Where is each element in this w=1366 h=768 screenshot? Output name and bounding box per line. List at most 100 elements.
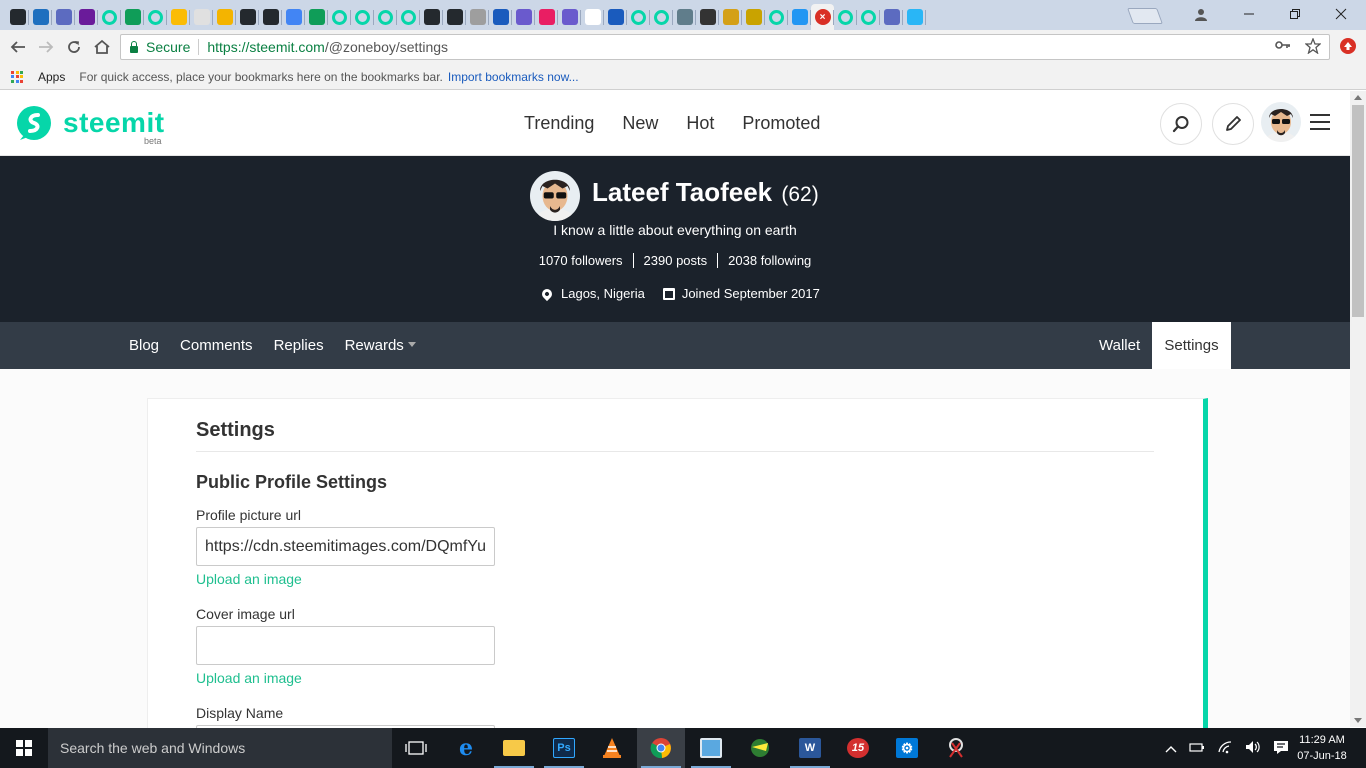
nav-new[interactable]: New [622, 113, 658, 134]
vlc-icon[interactable] [588, 728, 636, 768]
browser-tab[interactable] [489, 4, 512, 30]
apps-bookmark[interactable]: Apps [38, 70, 65, 84]
browser-tab[interactable] [305, 4, 328, 30]
browser-tab[interactable] [765, 4, 788, 30]
extension-up-arrow-icon[interactable] [1340, 38, 1356, 54]
nav-trending[interactable]: Trending [524, 113, 594, 134]
browser-tab[interactable] [167, 4, 190, 30]
volume-icon[interactable] [1245, 740, 1261, 757]
browser-tab[interactable] [351, 4, 374, 30]
browser-tab[interactable] [903, 4, 926, 30]
tab-rewards[interactable]: Rewards [345, 337, 416, 354]
tab-blog[interactable]: Blog [129, 337, 159, 354]
battery-power-icon[interactable] [1189, 741, 1205, 756]
key-icon[interactable] [1275, 38, 1291, 58]
action-center-icon[interactable] [1273, 740, 1289, 757]
photoshop-icon[interactable]: Ps [540, 728, 588, 768]
browser-tab[interactable] [121, 4, 144, 30]
search-button[interactable] [1160, 103, 1202, 145]
browser-tab[interactable] [696, 4, 719, 30]
browser-tab[interactable] [512, 4, 535, 30]
browser-tab[interactable] [558, 4, 581, 30]
browser-tab[interactable] [6, 4, 29, 30]
browser-tab[interactable] [236, 4, 259, 30]
browser-tab[interactable] [259, 4, 282, 30]
browser-tab[interactable] [443, 4, 466, 30]
browser-tab[interactable] [374, 4, 397, 30]
edge-icon[interactable]: e [442, 728, 490, 768]
profile-icon[interactable] [1178, 0, 1224, 28]
app-15-icon[interactable]: 15 [834, 728, 882, 768]
browser-tab[interactable] [581, 4, 604, 30]
forward-arrow-icon[interactable] [34, 36, 58, 58]
browser-tab-active[interactable]: × [811, 4, 834, 30]
browser-tab[interactable] [75, 4, 98, 30]
tray-chevron-up-icon[interactable] [1165, 741, 1177, 756]
page-scrollbar[interactable] [1350, 91, 1366, 727]
snipping-tool-icon[interactable] [932, 728, 980, 768]
browser-tab[interactable] [834, 4, 857, 30]
nav-promoted[interactable]: Promoted [742, 113, 820, 134]
steemit-logo-icon[interactable] [14, 103, 54, 143]
word-icon[interactable]: W [786, 728, 834, 768]
browser-tab[interactable] [213, 4, 236, 30]
browser-tab[interactable] [98, 4, 121, 30]
steemit-logo-text[interactable]: steemit [63, 107, 165, 139]
followers-count[interactable]: 1070 followers [529, 253, 634, 268]
settings-gear-icon[interactable]: ⚙ [883, 728, 931, 768]
browser-tab[interactable] [420, 4, 443, 30]
start-button[interactable] [0, 728, 48, 768]
browser-tab[interactable] [857, 4, 880, 30]
upload-cover-image-link[interactable]: Upload an image [196, 670, 302, 686]
browser-tab[interactable] [144, 4, 167, 30]
close-window-button[interactable] [1318, 0, 1364, 28]
tab-comments[interactable]: Comments [180, 337, 253, 354]
following-count[interactable]: 2038 following [718, 253, 821, 268]
user-avatar[interactable] [1261, 102, 1301, 142]
browser-tab[interactable] [535, 4, 558, 30]
nav-hot[interactable]: Hot [686, 113, 714, 134]
scrollbar-thumb[interactable] [1352, 105, 1364, 317]
browser-tab[interactable] [190, 4, 213, 30]
browser-tab[interactable] [466, 4, 489, 30]
browser-tab[interactable] [29, 4, 52, 30]
browser-tab[interactable] [742, 4, 765, 30]
browser-tab[interactable] [627, 4, 650, 30]
upload-profile-image-link[interactable]: Upload an image [196, 571, 302, 587]
chrome-icon[interactable] [637, 728, 685, 768]
reload-icon[interactable] [62, 36, 86, 58]
restore-button[interactable] [1272, 0, 1318, 28]
menu-hamburger-icon[interactable] [1310, 114, 1330, 130]
wifi-icon[interactable] [1217, 740, 1233, 757]
star-bookmark-icon[interactable] [1304, 37, 1322, 58]
tab-replies[interactable]: Replies [274, 337, 324, 354]
remote-desktop-icon[interactable] [687, 728, 735, 768]
tab-settings[interactable]: Settings [1152, 322, 1231, 369]
submit-post-button[interactable] [1212, 103, 1254, 145]
browser-tab[interactable] [673, 4, 696, 30]
apps-grid-icon[interactable] [11, 70, 23, 83]
tab-wallet[interactable]: Wallet [1099, 337, 1140, 354]
address-bar[interactable]: Secure https://steemit.com /@zoneboy/set… [120, 34, 1330, 60]
file-explorer-icon[interactable] [490, 728, 538, 768]
import-bookmarks-link[interactable]: Import bookmarks now... [448, 70, 579, 84]
task-view-icon[interactable] [392, 728, 440, 768]
new-tab-button[interactable] [1127, 8, 1163, 24]
back-arrow-icon[interactable] [6, 36, 30, 58]
taskbar-search[interactable]: Search the web and Windows [48, 728, 392, 768]
browser-tab[interactable] [880, 4, 903, 30]
scroll-down-arrow-icon[interactable] [1354, 718, 1362, 723]
browser-tab[interactable] [328, 4, 351, 30]
browser-tab[interactable] [604, 4, 627, 30]
cover-image-input[interactable] [196, 626, 495, 665]
profile-picture-input[interactable] [196, 527, 495, 566]
browser-tab[interactable] [52, 4, 75, 30]
scroll-up-arrow-icon[interactable] [1354, 95, 1362, 100]
browser-tab[interactable] [788, 4, 811, 30]
browser-tab[interactable] [650, 4, 673, 30]
home-icon[interactable] [90, 36, 114, 58]
taskbar-clock[interactable]: 11:29 AM 07-Jun-18 [1290, 732, 1354, 764]
minimize-button[interactable] [1226, 0, 1272, 28]
browser-tab[interactable] [397, 4, 420, 30]
internet-download-manager-icon[interactable] [736, 728, 784, 768]
